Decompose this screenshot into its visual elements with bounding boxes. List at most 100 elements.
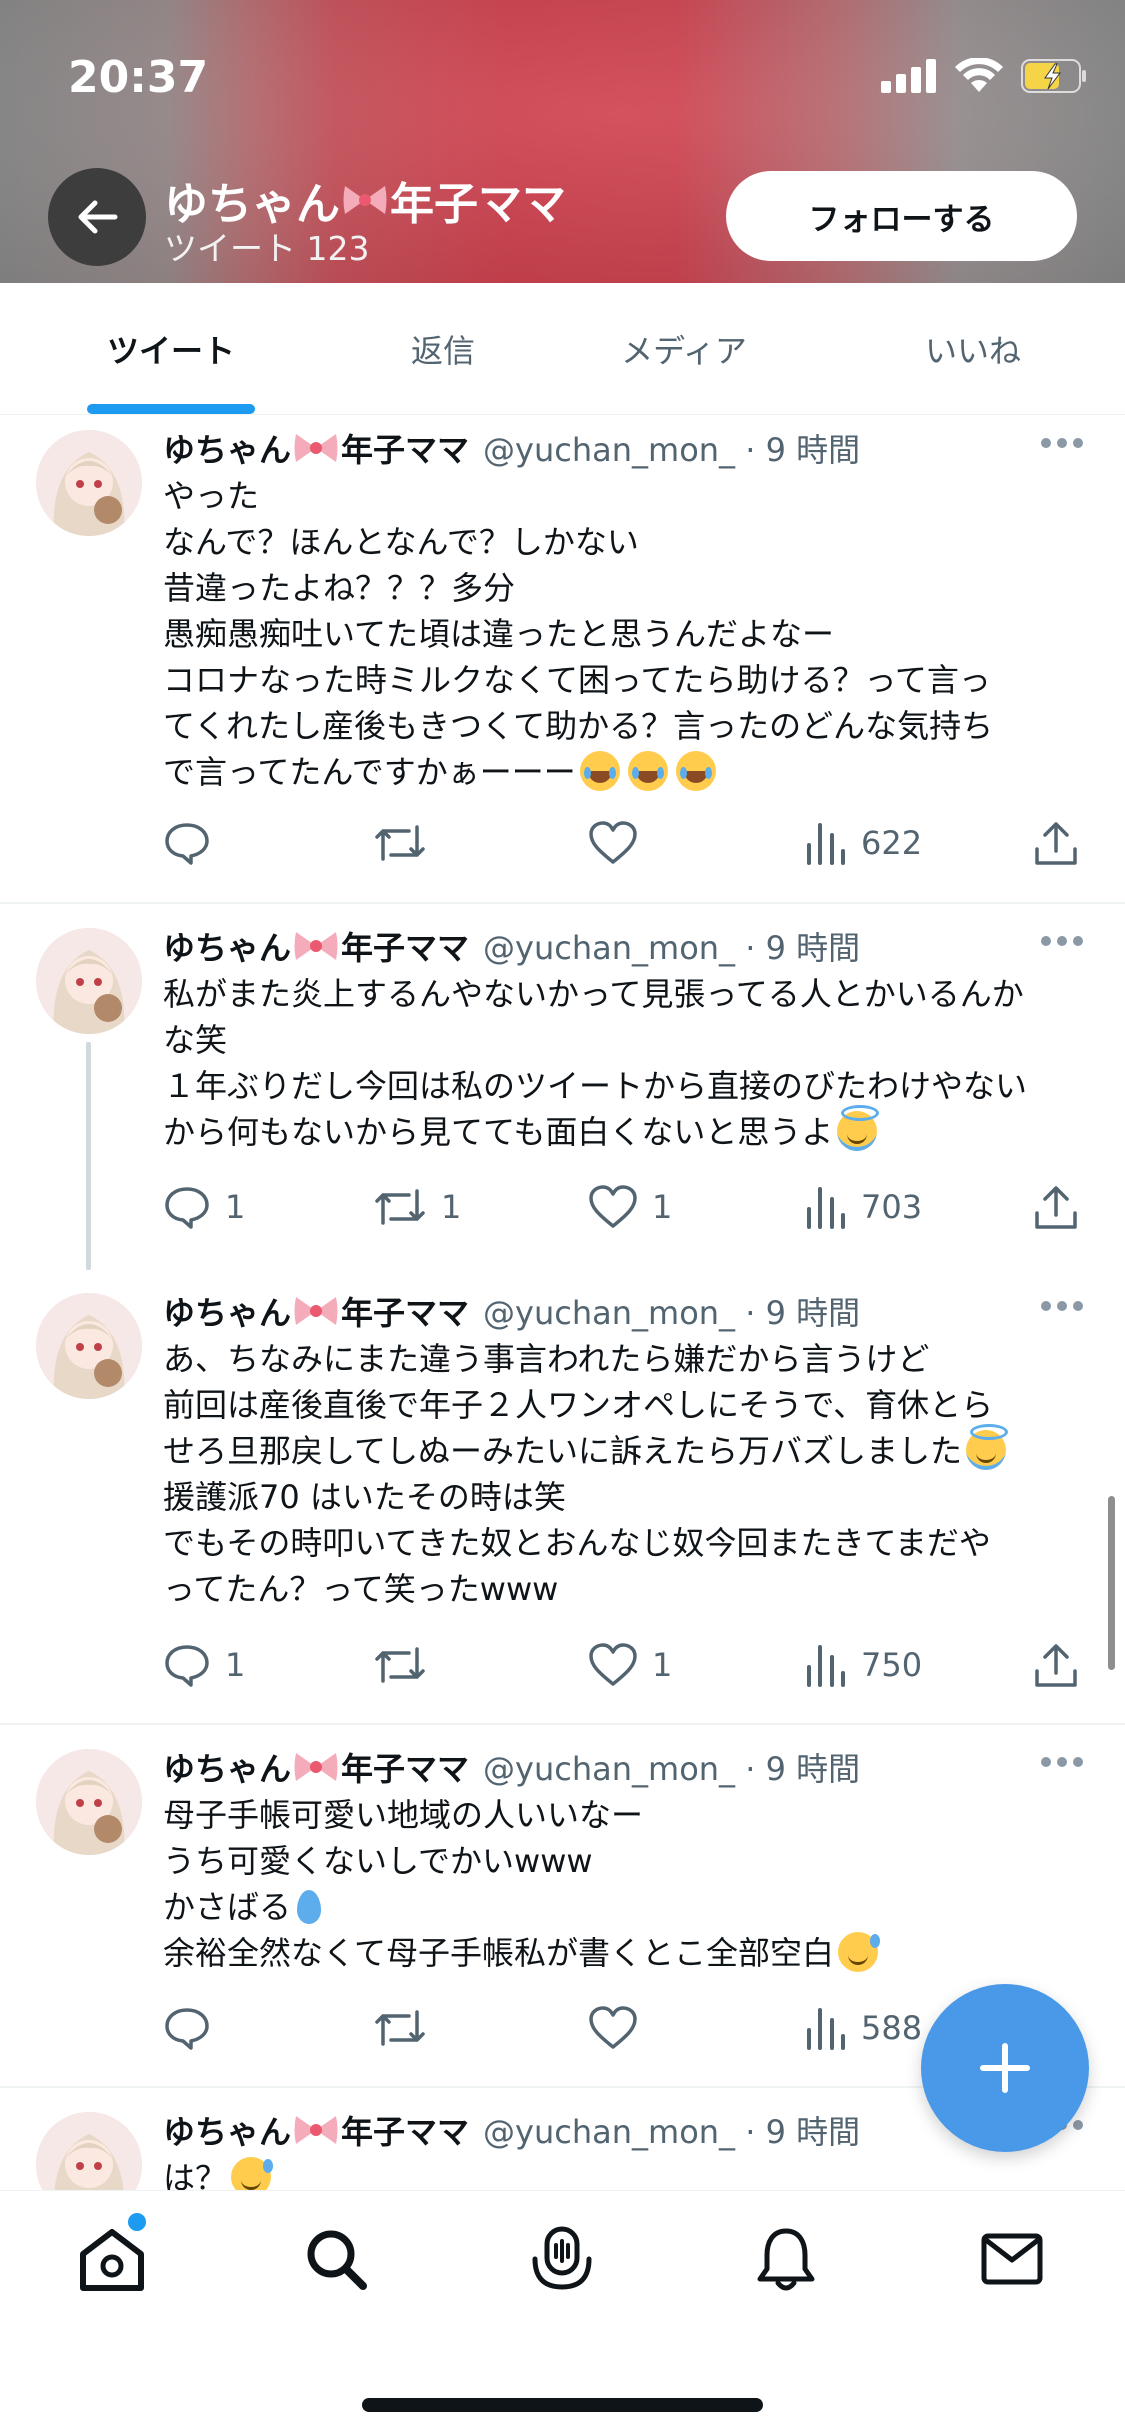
retweet-button[interactable]: 1 bbox=[373, 1177, 461, 1237]
tweet-line-text: せろ旦那戻してしぬーみたいに訴えたら万バズしました bbox=[163, 1432, 963, 1470]
sweat-smile-emoji-icon bbox=[231, 2157, 274, 2190]
tweet-line: てくれたし産後もきつくて助かる？言ったのどんな気持ち bbox=[163, 707, 994, 745]
search-icon bbox=[307, 2230, 367, 2290]
author-handle-time: @yuchan_mon_ · 9 時間 bbox=[483, 2113, 861, 2151]
author-name-part2: 年子ママ bbox=[341, 431, 470, 469]
more-dots-icon[interactable] bbox=[1040, 1300, 1084, 1312]
avatar[interactable] bbox=[36, 928, 142, 1034]
nav-messages[interactable] bbox=[972, 2219, 1052, 2299]
cellular-signal-icon bbox=[881, 59, 936, 93]
compose-tweet-button[interactable] bbox=[921, 1984, 1089, 2152]
views-count: 750 bbox=[861, 1646, 923, 1684]
views-count: 703 bbox=[861, 1188, 923, 1226]
bar-chart-icon bbox=[807, 2008, 845, 2050]
retweet-button[interactable] bbox=[373, 1998, 427, 2058]
heart-icon bbox=[589, 1643, 637, 1686]
droplet-emoji-icon bbox=[297, 1890, 322, 1924]
tweet-actions: 1 1 750 bbox=[163, 1635, 1093, 1695]
tweet-text: やった なんで？ほんとなんで？しかない 昔違ったよね？？？多分 愚痴愚痴吐いてた… bbox=[163, 473, 1083, 795]
nav-home[interactable] bbox=[72, 2219, 152, 2299]
heart-icon bbox=[589, 1185, 637, 1228]
tweet-line: でもその時叩いてきた奴とおんなじ奴今回またきてまだや bbox=[163, 1524, 991, 1562]
tab-tweets[interactable]: ツイート bbox=[40, 283, 302, 415]
comment-icon bbox=[165, 1645, 209, 1687]
nav-spaces[interactable] bbox=[522, 2219, 602, 2299]
heart-icon bbox=[589, 821, 637, 864]
avatar-illustration-icon bbox=[36, 1749, 142, 1855]
more-dots-icon[interactable] bbox=[1040, 437, 1084, 449]
reply-button[interactable]: 1 bbox=[163, 1177, 245, 1237]
tweet-line-text: は？ bbox=[163, 2159, 228, 2190]
tweet-line: から何もないから見てても面白くないと思うよ bbox=[163, 1105, 1083, 1155]
share-icon bbox=[1035, 822, 1077, 865]
comment-icon bbox=[165, 1187, 209, 1229]
tweet-line: 昔違ったよね？？？多分 bbox=[163, 569, 516, 607]
laughing-tears-emoji-icon bbox=[579, 751, 620, 791]
follow-button[interactable]: フォローする bbox=[726, 171, 1077, 261]
retweet-button[interactable] bbox=[373, 1635, 427, 1695]
views-button[interactable]: 750 bbox=[805, 1635, 922, 1695]
author-name[interactable]: ゆちゃん 年子ママ bbox=[163, 425, 469, 471]
reply-button[interactable] bbox=[163, 813, 211, 873]
share-button[interactable] bbox=[1033, 813, 1079, 873]
avatar[interactable] bbox=[36, 2112, 142, 2190]
avatar[interactable] bbox=[36, 1293, 142, 1399]
tweet-line: あ、ちなみにまた違う事言われたら嫌だから言うけど bbox=[163, 1340, 930, 1378]
tab-replies[interactable]: 返信 bbox=[330, 283, 556, 415]
reply-count: 1 bbox=[225, 1188, 246, 1226]
like-button[interactable]: 1 bbox=[588, 1177, 672, 1237]
arrow-left-icon bbox=[78, 200, 118, 234]
reply-button[interactable] bbox=[163, 1998, 211, 2058]
avatar[interactable] bbox=[36, 430, 142, 536]
like-count: 1 bbox=[652, 1646, 673, 1684]
author-name[interactable]: ゆちゃん 年子ママ bbox=[163, 2107, 469, 2153]
views-button[interactable]: 703 bbox=[805, 1177, 922, 1237]
ribbon-emoji-icon bbox=[294, 1753, 338, 1781]
tweet-header: ゆちゃん 年子ママ @yuchan_mon_ · 9 時間 bbox=[163, 1744, 860, 1790]
like-count: 1 bbox=[652, 1188, 673, 1226]
tweet-actions: 1 1 1 703 bbox=[163, 1177, 1093, 1237]
share-button[interactable] bbox=[1033, 1635, 1079, 1695]
tab-media[interactable]: メディア bbox=[566, 283, 802, 415]
more-dots-icon[interactable] bbox=[1040, 935, 1084, 947]
author-name-part1: ゆちゃん bbox=[163, 1750, 292, 1788]
like-button[interactable]: 1 bbox=[588, 1635, 672, 1695]
share-button[interactable] bbox=[1033, 1177, 1079, 1237]
like-button[interactable] bbox=[588, 1998, 638, 2058]
tweet-text: 私がまた炎上するんやないかって見張ってる人とかいるんか な笑 １年ぶりだし今回は… bbox=[163, 971, 1083, 1155]
author-name[interactable]: ゆちゃん 年子ママ bbox=[163, 1744, 469, 1790]
laughing-tears-emoji-icon bbox=[627, 751, 668, 791]
bar-chart-icon bbox=[807, 823, 845, 865]
author-name[interactable]: ゆちゃん 年子ママ bbox=[163, 923, 469, 969]
tab-likes[interactable]: いいね bbox=[850, 283, 1096, 415]
nav-search[interactable] bbox=[296, 2219, 376, 2299]
tweet-text: は？ bbox=[163, 2155, 1083, 2190]
tweet[interactable]: ゆちゃん 年子ママ @yuchan_mon_ · 9 時間 やった なんで？ほん… bbox=[0, 415, 1125, 903]
author-handle-time: @yuchan_mon_ · 9 時間 bbox=[483, 929, 861, 967]
active-tab-indicator bbox=[87, 404, 255, 414]
tweet-header: ゆちゃん 年子ママ @yuchan_mon_ · 9 時間 bbox=[163, 923, 860, 969]
tweet[interactable]: ゆちゃん 年子ママ @yuchan_mon_ · 9 時間 あ、ちなみにまた違う… bbox=[0, 1270, 1125, 1728]
like-button[interactable] bbox=[588, 813, 638, 873]
ribbon-emoji-icon bbox=[294, 932, 338, 960]
retweet-button[interactable] bbox=[373, 813, 427, 873]
reply-button[interactable]: 1 bbox=[163, 1635, 245, 1695]
share-icon bbox=[1035, 1644, 1077, 1687]
avatar-illustration-icon bbox=[36, 2112, 142, 2190]
home-indicator[interactable] bbox=[362, 2398, 763, 2412]
scrollbar[interactable] bbox=[1108, 1496, 1115, 1670]
more-dots-icon[interactable] bbox=[1040, 1756, 1084, 1768]
views-button[interactable]: 588 bbox=[805, 1998, 922, 2058]
author-name[interactable]: ゆちゃん 年子ママ bbox=[163, 1288, 469, 1334]
back-button[interactable] bbox=[48, 168, 146, 266]
tweet-line: 前回は産後直後で年子２人ワンオペしにそうで、育休とら bbox=[163, 1386, 994, 1424]
home-notification-dot bbox=[128, 2213, 146, 2231]
tweet-feed[interactable]: ゆちゃん 年子ママ @yuchan_mon_ · 9 時間 やった なんで？ほん… bbox=[0, 415, 1125, 2190]
views-button[interactable]: 622 bbox=[805, 813, 922, 873]
avatar[interactable] bbox=[36, 1749, 142, 1855]
tweet-actions: 622 bbox=[163, 813, 1093, 873]
tweet[interactable]: ゆちゃん 年子ママ @yuchan_mon_ · 9 時間 私がまた炎上するんや… bbox=[0, 905, 1125, 1270]
nav-notifications[interactable] bbox=[746, 2219, 826, 2299]
author-name-part1: ゆちゃん bbox=[163, 929, 292, 967]
tweet-line: は？ bbox=[163, 2155, 1083, 2190]
